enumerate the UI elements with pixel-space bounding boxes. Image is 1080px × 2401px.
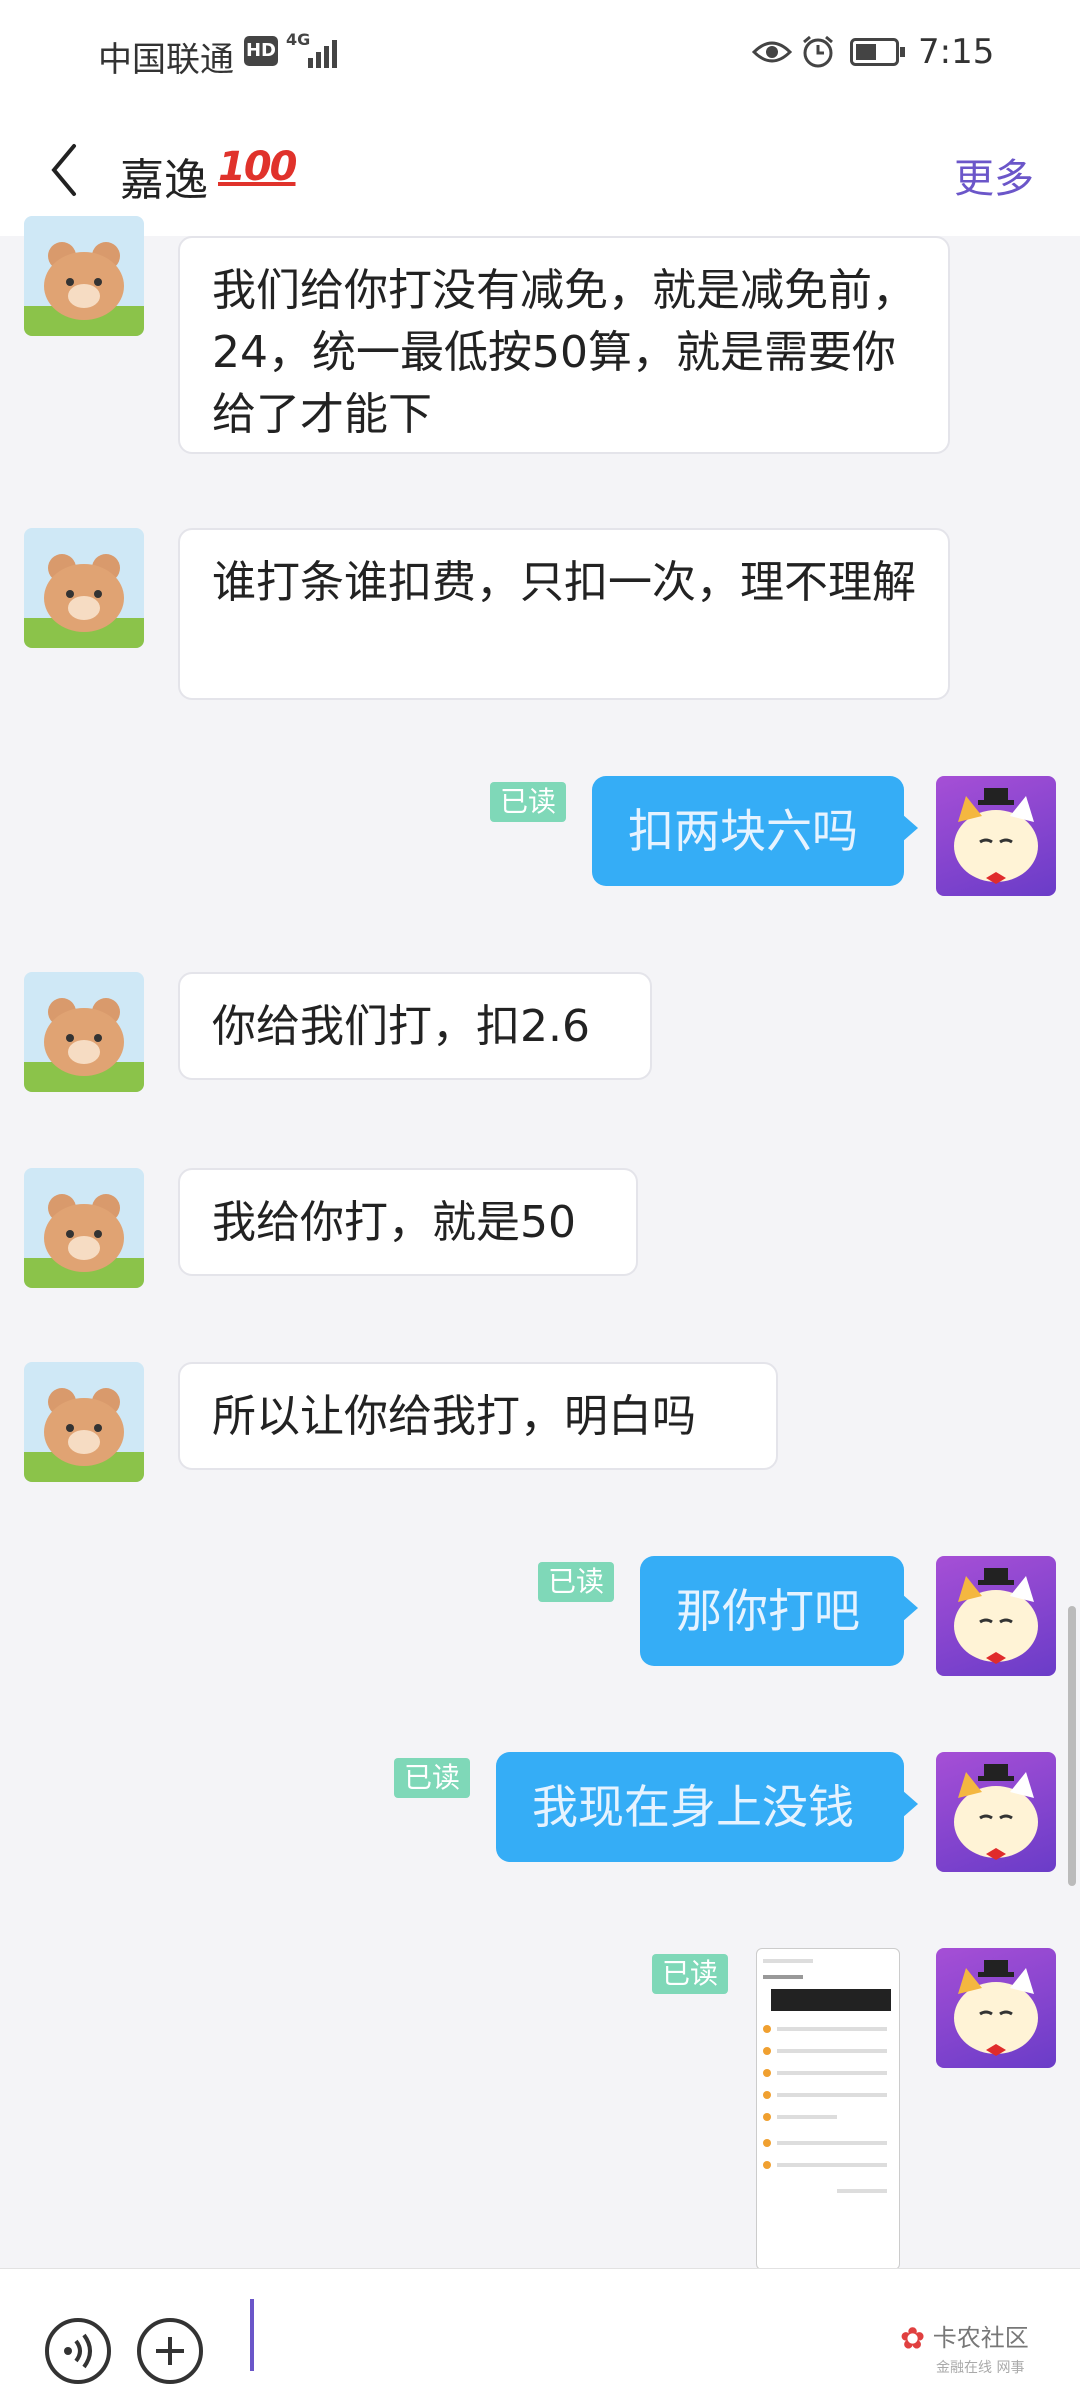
alarm-icon	[803, 35, 833, 68]
read-status-badge: 已读	[394, 1758, 471, 1798]
hundred-points-icon: 100	[218, 144, 297, 190]
status-bar: 中国联通 HD 4G 7:15	[0, 0, 1080, 104]
message-bubble-incoming[interactable]: 你给我们打，扣2.6	[178, 972, 652, 1080]
watermark-brand: 卡农社区	[932, 2324, 1029, 2352]
carrier-name: 中国联通	[98, 40, 234, 80]
voice-input-icon[interactable]	[44, 2317, 112, 2385]
read-status-badge: 已读	[652, 1954, 729, 1994]
plus-icon[interactable]	[136, 2317, 204, 2385]
my-avatar[interactable]	[936, 1752, 1056, 1872]
read-status-badge: 已读	[490, 782, 567, 822]
signal-icon	[308, 40, 337, 68]
message-bubble-outgoing[interactable]: 我现在身上没钱	[496, 1752, 918, 1862]
message-bubble-outgoing[interactable]: 那你打吧	[640, 1556, 918, 1666]
my-avatar[interactable]	[936, 1948, 1056, 2068]
battery-icon	[850, 38, 905, 66]
chat-scrollbar[interactable]	[1068, 1606, 1076, 1886]
contact-avatar[interactable]	[24, 972, 144, 1092]
my-avatar[interactable]	[936, 1556, 1056, 1676]
hd-badge: HD	[244, 36, 278, 66]
contact-avatar[interactable]	[24, 528, 144, 648]
chat-title: 嘉逸	[120, 155, 208, 206]
contact-avatar[interactable]	[24, 1168, 144, 1288]
contact-avatar[interactable]	[24, 1362, 144, 1482]
contact-avatar[interactable]	[24, 216, 144, 336]
message-bubble-incoming[interactable]: 我们给你打没有减免，就是减免前，24，统一最低按50算，就是需要你给了才能下	[178, 236, 950, 454]
eye-icon	[752, 41, 792, 63]
back-arrow-icon[interactable]	[48, 142, 80, 198]
more-button[interactable]: 更多	[954, 146, 1034, 204]
watermark-logo-icon: ✿	[900, 2321, 926, 2357]
message-bubble-outgoing[interactable]: 扣两块六吗	[592, 776, 918, 886]
message-bubble-incoming[interactable]: 所以让你给我打，明白吗	[178, 1362, 778, 1470]
watermark: ✿ 卡农社区 金融在线 网事	[900, 2318, 1029, 2377]
network-type: 4G	[286, 30, 311, 49]
clock-time: 7:15	[918, 32, 995, 72]
screenshot-image-message[interactable]	[756, 1948, 900, 2270]
watermark-sub: 金融在线 网事	[936, 2359, 1025, 2376]
chat-header: 嘉逸 100 更多	[0, 104, 1080, 236]
message-bubble-incoming[interactable]: 谁打条谁扣费，只扣一次，理不理解	[178, 528, 950, 700]
message-input[interactable]	[250, 2299, 858, 2371]
read-status-badge: 已读	[538, 1562, 615, 1602]
message-bubble-incoming[interactable]: 我给你打，就是50	[178, 1168, 638, 1276]
my-avatar[interactable]	[936, 776, 1056, 896]
